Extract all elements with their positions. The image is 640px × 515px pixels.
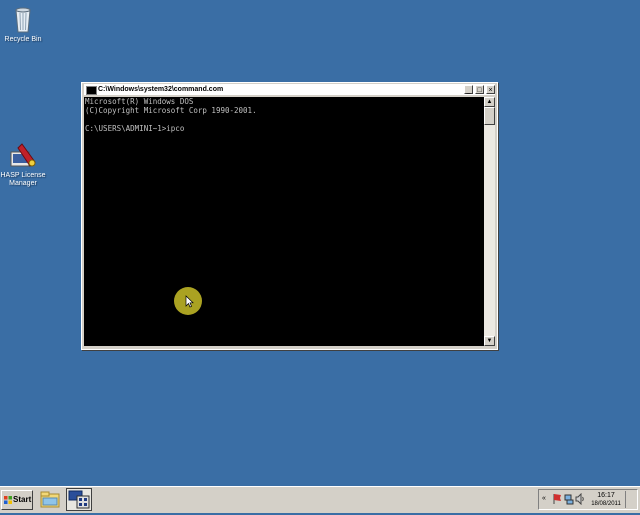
start-label: Start: [13, 495, 32, 504]
windows-logo-icon: [4, 496, 12, 504]
mouse-pointer-icon: [185, 295, 194, 308]
recycle-bin-icon: [8, 4, 38, 34]
minimize-button[interactable]: _: [464, 85, 473, 94]
scroll-thumb[interactable]: [484, 107, 495, 125]
scroll-down-button[interactable]: ▼: [484, 336, 495, 346]
maximize-button[interactable]: □: [475, 85, 484, 94]
console-prompt-line[interactable]: C:\USERS\ADMINI~1>ipco: [85, 124, 484, 133]
scroll-up-button[interactable]: ▲: [484, 97, 495, 107]
minimize-icon: _: [466, 87, 471, 94]
hasp-license-manager-shortcut[interactable]: HASP License Manager: [0, 140, 48, 188]
command-prompt-icon[interactable]: [86, 86, 97, 95]
start-button[interactable]: Start: [1, 490, 33, 510]
recycle-bin-label: Recycle Bin: [4, 36, 42, 43]
network-icon[interactable]: [564, 493, 574, 505]
clock-date[interactable]: 18/08/2011: [585, 501, 627, 507]
recycle-bin-shortcut[interactable]: Recycle Bin: [0, 4, 48, 44]
system-tray: « 16:17 18/08/2011: [538, 489, 638, 510]
console-output[interactable]: Microsoft(R) Windows DOS (C)Copyright Mi…: [84, 97, 484, 346]
close-icon: ×: [488, 87, 493, 94]
explorer-icon: [40, 491, 60, 508]
show-desktop-button[interactable]: [625, 491, 636, 508]
server-manager-icon: [68, 490, 90, 509]
cursor-highlight: [174, 287, 202, 315]
window-titlebar[interactable]: C:\Windows\system32\command.com _ □ ×: [84, 84, 495, 95]
hasp-license-manager-label: HASP License Manager: [0, 172, 46, 187]
console-line: (C)Copyright Microsoft Corp 1990-2001.: [85, 106, 257, 115]
hasp-license-manager-icon: [8, 140, 38, 170]
server-manager-taskbar-button[interactable]: [66, 488, 92, 511]
close-button[interactable]: ×: [486, 85, 495, 94]
command-prompt-window[interactable]: C:\Windows\system32\command.com _ □ × Mi…: [81, 82, 498, 350]
tray-expand-icon[interactable]: «: [542, 495, 546, 502]
window-title: C:\Windows\system32\command.com: [98, 86, 224, 93]
console-line: Microsoft(R) Windows DOS: [85, 97, 194, 106]
volume-icon[interactable]: [575, 493, 585, 505]
explorer-quicklaunch-button[interactable]: [39, 489, 61, 510]
maximize-icon: □: [477, 87, 482, 94]
vertical-scrollbar[interactable]: ▲ ▼: [484, 97, 495, 346]
taskbar: Start « 16:17 18/08/2011: [0, 486, 640, 513]
action-center-flag-icon[interactable]: [552, 493, 563, 505]
clock-time[interactable]: 16:17: [591, 492, 621, 499]
